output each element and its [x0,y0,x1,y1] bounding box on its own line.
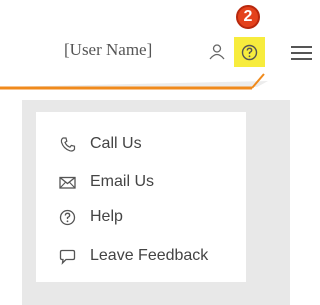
menu-item-email-us[interactable]: Email Us [59,170,154,194]
user-name-label: [User Name] [64,40,153,59]
menu-item-call-us[interactable]: Call Us [59,132,142,156]
question-circle-icon [59,209,76,226]
menu-item-leave-feedback[interactable]: Leave Feedback [59,244,208,268]
help-icon[interactable] [241,44,258,61]
phone-icon [59,136,76,153]
header-divider [0,73,268,90]
menu-item-label: Call Us [90,135,142,152]
menu-item-label: Email Us [90,173,155,190]
menu-item-label: Help [90,208,123,225]
step-number-badge: 2 [236,5,260,29]
user-icon[interactable] [208,43,226,61]
menu-item-help[interactable]: Help [59,205,123,229]
menu-item-label: Leave Feedback [90,247,209,264]
envelope-icon [59,174,76,191]
speech-bubble-icon [59,248,76,265]
